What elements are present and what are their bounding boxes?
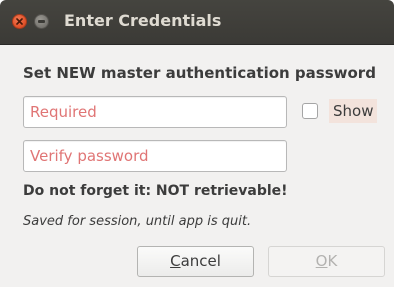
cancel-mnemonic: C <box>170 252 181 270</box>
ok-label-rest: K <box>327 252 338 270</box>
minimize-icon[interactable] <box>34 14 49 29</box>
password-input[interactable]: Required <box>23 96 287 128</box>
ok-button[interactable]: OK <box>268 246 385 277</box>
password-placeholder: Required <box>30 103 97 121</box>
ok-mnemonic: O <box>315 252 328 270</box>
verify-password-input[interactable]: Verify password <box>23 140 287 172</box>
verify-placeholder: Verify password <box>30 147 149 165</box>
warning-text: Do not forget it: NOT retrievable! <box>23 183 288 199</box>
show-label[interactable]: Show <box>329 99 378 123</box>
dialog-heading: Set NEW master authentication password <box>23 64 376 82</box>
close-icon[interactable] <box>12 14 27 29</box>
titlebar: Enter Credentials <box>0 0 394 45</box>
cancel-button[interactable]: Cancel <box>137 246 254 277</box>
show-checkbox[interactable] <box>302 103 318 119</box>
window-title: Enter Credentials <box>64 11 222 30</box>
credentials-dialog: Enter Credentials Set NEW master authent… <box>0 0 394 287</box>
cancel-label-rest: ancel <box>180 252 221 270</box>
session-note: Saved for session, until app is quit. <box>23 214 252 229</box>
